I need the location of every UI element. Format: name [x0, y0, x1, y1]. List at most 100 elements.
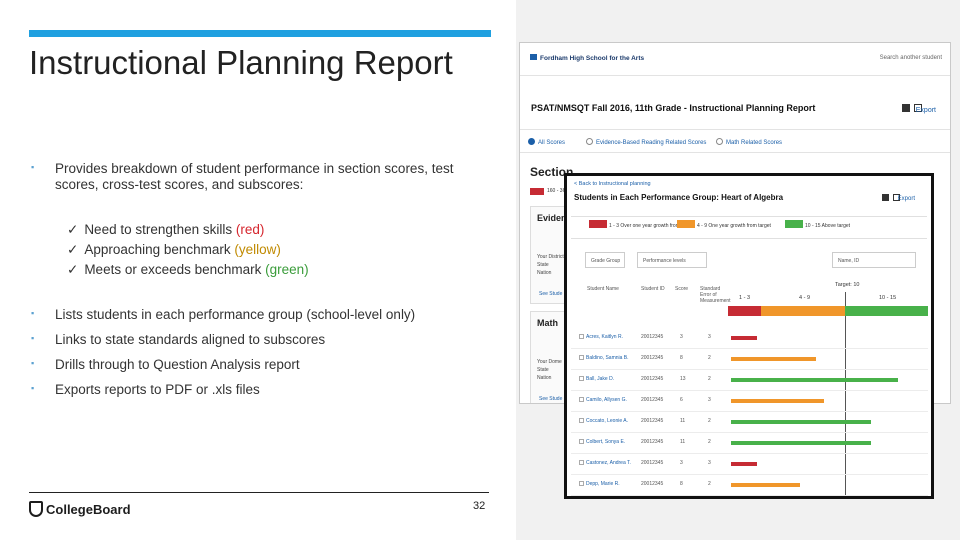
- chart-view-icon[interactable]: [902, 104, 910, 112]
- student-id: 20012345: [641, 460, 664, 466]
- column-sem[interactable]: Standard Error of Measurement: [700, 286, 731, 304]
- score-bar: [731, 399, 824, 403]
- performance-group-screenshot: < Back to Instructional planning Student…: [564, 173, 934, 499]
- row-checkbox[interactable]: [579, 397, 584, 402]
- bullet-dot-icon: ▪: [31, 383, 35, 393]
- check-icon: ✓: [67, 222, 79, 237]
- bullet-dot-icon: ▪: [31, 358, 35, 368]
- target-label: Target: 10: [835, 282, 860, 288]
- radio-math-scores[interactable]: Math Related Scores: [716, 138, 782, 146]
- score-bar: [731, 378, 898, 382]
- table-row: Dew, Tarik G.20012345132: [571, 496, 928, 499]
- student-score: 3: [680, 334, 683, 340]
- row-checkbox[interactable]: [579, 376, 584, 381]
- student-score: 8: [680, 481, 683, 487]
- student-id: 20012345: [641, 355, 664, 361]
- table-row: Depp, Marie R. 20012345 8 2: [571, 475, 928, 496]
- axis-range-mid: 4 - 9: [799, 295, 811, 301]
- row-checkbox[interactable]: [579, 418, 584, 423]
- student-id: 20012345: [641, 397, 664, 403]
- student-score: 11: [680, 439, 686, 445]
- legend-orange: 4 - 9 One year growth from target: [677, 220, 771, 232]
- score-filter-radios: All Scores Evidence-Based Reading Relate…: [520, 129, 950, 153]
- student-score: 3: [680, 460, 683, 466]
- chart-view-icon[interactable]: [882, 194, 889, 201]
- score-bar: [731, 336, 757, 340]
- band-orange: [761, 306, 845, 316]
- table-row: Colbert, Sonya E. 20012345 11 2: [571, 433, 928, 454]
- student-sem: 2: [708, 418, 711, 424]
- intro-line-1: Provides breakdown of student performanc…: [55, 161, 454, 176]
- row-checkbox[interactable]: [579, 355, 584, 360]
- school-name: Fordham High School for the Arts: [540, 55, 645, 62]
- bullet-dot-icon: ▪: [31, 333, 35, 343]
- check-icon: ✓: [67, 242, 79, 257]
- student-id: 20012345: [641, 418, 664, 424]
- slide-title: Instructional Planning Report: [29, 44, 453, 81]
- see-students-link[interactable]: See Stude: [539, 291, 562, 297]
- bullet-dot-icon: ▪: [31, 162, 35, 172]
- sub-bullet-yellow: ✓ Approaching benchmark (yellow): [67, 242, 281, 257]
- see-students-link[interactable]: See Stude: [539, 396, 562, 402]
- student-sem: 2: [708, 439, 711, 445]
- radio-ebrw-scores[interactable]: Evidence-Based Reading Related Scores: [586, 138, 706, 146]
- table-row: Ball, Jake D. 20012345 13 2: [571, 370, 928, 391]
- column-student-id[interactable]: Student ID: [641, 286, 665, 292]
- student-sem: 3: [708, 334, 711, 340]
- bullet-dot-icon: ▪: [31, 308, 35, 318]
- student-name-link[interactable]: Colbert, Sonya E.: [586, 439, 625, 445]
- page-number: 32: [473, 500, 486, 512]
- student-name-link[interactable]: Depp, Marie R.: [586, 481, 620, 487]
- check-icon: ✓: [67, 262, 79, 277]
- student-name-link[interactable]: Acres, Kaitlyn R.: [586, 334, 623, 340]
- performance-level-select[interactable]: Performance levels: [637, 252, 707, 268]
- row-checkbox[interactable]: [579, 334, 584, 339]
- student-id: 20012345: [641, 376, 664, 382]
- student-sem: 3: [708, 397, 711, 403]
- column-score[interactable]: Score: [675, 286, 688, 292]
- intro-line-2: scores, cross-test scores, and subscores…: [55, 177, 304, 192]
- title-accent-bar: [29, 30, 491, 37]
- student-score: 6: [680, 397, 683, 403]
- score-bar: [731, 357, 816, 361]
- row-checkbox[interactable]: [579, 460, 584, 465]
- student-name-link[interactable]: Ball, Jake D.: [586, 376, 614, 382]
- band-green: [845, 306, 928, 316]
- axis-range-low: 1 - 3: [739, 295, 751, 301]
- export-button[interactable]: Export: [898, 196, 915, 202]
- band-red: [728, 306, 761, 316]
- table-row: Castonez, Andrea T. 20012345 3 3: [571, 454, 928, 475]
- student-score: 8: [680, 355, 683, 361]
- shield-icon: [29, 501, 43, 517]
- home-icon[interactable]: [530, 54, 537, 60]
- legend-green: 10 - 15 Above target: [785, 220, 850, 232]
- student-name-link[interactable]: Baldino, Samnia B.: [586, 355, 629, 361]
- student-id: 20012345: [641, 334, 664, 340]
- radio-all-scores[interactable]: All Scores: [528, 138, 565, 146]
- search-student-link[interactable]: Search another student: [880, 55, 942, 61]
- student-name-link[interactable]: Coccato, Leonie A.: [586, 418, 628, 424]
- export-button[interactable]: Export: [916, 107, 936, 114]
- axis-range-high: 10 - 15: [879, 295, 897, 301]
- column-student-name[interactable]: Student Name: [587, 286, 619, 292]
- score-range-swatch: [530, 188, 544, 195]
- college-board-logo: CollegeBoard: [29, 501, 131, 517]
- table-row: Coccato, Leonie A. 20012345 11 2: [571, 412, 928, 433]
- sub-bullet-green: ✓ Meets or exceeds benchmark (green): [67, 262, 309, 277]
- student-name-link[interactable]: Camilo, Allysen G.: [586, 397, 627, 403]
- student-sem: 2: [708, 355, 711, 361]
- score-bar: [731, 441, 871, 445]
- group-select[interactable]: Grade Group: [585, 252, 625, 268]
- name-search-input[interactable]: Name, ID: [832, 252, 916, 268]
- back-link[interactable]: < Back to Instructional planning: [574, 181, 651, 187]
- student-name-link[interactable]: Castonez, Andrea T.: [586, 460, 631, 466]
- sub-bullet-red: ✓ Need to strengthen skills (red): [67, 222, 265, 237]
- student-sem: 2: [708, 481, 711, 487]
- report-title: PSAT/NMSQT Fall 2016, 11th Grade - Instr…: [531, 103, 816, 113]
- table-row: Acres, Kaitlyn R. 20012345 3 3: [571, 328, 928, 349]
- row-checkbox[interactable]: [579, 481, 584, 486]
- table-row: Camilo, Allysen G. 20012345 6 3: [571, 391, 928, 412]
- row-checkbox[interactable]: [579, 439, 584, 444]
- student-id: 20012345: [641, 439, 664, 445]
- score-bar: [731, 483, 800, 487]
